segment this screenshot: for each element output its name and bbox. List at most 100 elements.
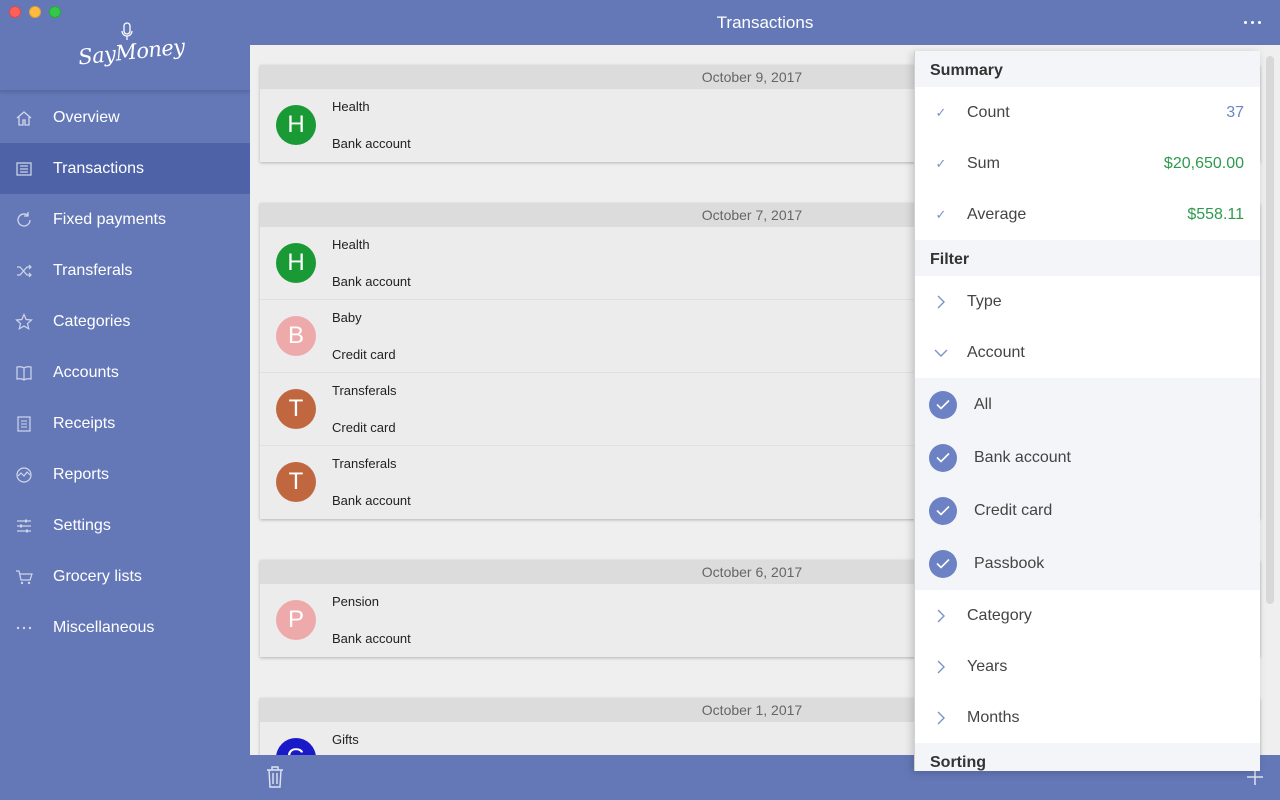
filter-header: Filter	[915, 240, 1260, 276]
sidebar-item-label: Accounts	[53, 363, 119, 381]
filter-type-label: Type	[967, 292, 1002, 310]
sidebar-item-settings[interactable]: Settings	[0, 500, 250, 551]
category-avatar: G	[276, 738, 316, 755]
sidebar-item-fixed-payments[interactable]: Fixed payments	[0, 194, 250, 245]
filter-months-label: Months	[967, 708, 1020, 726]
account-option-all[interactable]: All	[915, 378, 1260, 431]
app-logo: SayMoney	[77, 22, 186, 72]
sidebar-nav: Overview Transactions Fixed payments Transf…	[0, 92, 250, 653]
window-controls	[9, 6, 61, 18]
checkbox-checked-icon[interactable]	[929, 390, 957, 419]
sidebar-item-label: Miscellaneous	[53, 618, 155, 636]
sidebar-item-label: Settings	[53, 516, 111, 534]
account-option-label: Passbook	[974, 554, 1045, 572]
home-icon	[0, 109, 50, 127]
more-dot	[1251, 20, 1254, 24]
more-dot	[1244, 20, 1247, 24]
delete-button[interactable]	[265, 765, 285, 794]
checkbox-checked-icon[interactable]	[929, 549, 957, 578]
sidebar-item-overview[interactable]: Overview	[0, 92, 250, 143]
category-avatar: H	[276, 243, 316, 283]
chevron-right-icon	[937, 295, 945, 308]
category-avatar: H	[276, 105, 316, 145]
filter-years-row[interactable]: Years	[915, 641, 1260, 692]
summary-label: Average	[967, 205, 1027, 223]
sliders-icon	[0, 517, 50, 535]
list-icon	[0, 160, 50, 178]
receipt-icon	[0, 415, 50, 433]
summary-value: 37	[1226, 103, 1244, 121]
sidebar-item-label: Grocery lists	[53, 567, 142, 585]
close-window-button[interactable]	[9, 6, 21, 18]
sidebar-item-miscellaneous[interactable]: Miscellaneous	[0, 602, 250, 653]
transaction-category: Gifts	[332, 732, 359, 747]
title-bar: Transactions	[250, 0, 1280, 45]
transaction-account: Bank account	[332, 274, 411, 289]
category-avatar: T	[276, 389, 316, 429]
page-title: Transactions	[716, 13, 814, 32]
chart-icon	[0, 466, 50, 484]
sidebar-item-label: Overview	[53, 108, 120, 126]
filter-years-label: Years	[967, 657, 1008, 675]
sidebar-item-accounts[interactable]: Accounts	[0, 347, 250, 398]
transaction-category: Baby	[332, 310, 362, 325]
chevron-down-icon	[934, 349, 948, 357]
transaction-category: Pension	[332, 594, 379, 609]
summary-row-average[interactable]: ✓ Average $558.11	[915, 189, 1260, 240]
sidebar-item-reports[interactable]: Reports	[0, 449, 250, 500]
account-option-credit-card[interactable]: Credit card	[915, 484, 1260, 537]
sidebar-item-label: Receipts	[53, 414, 116, 432]
zoom-window-button[interactable]	[49, 6, 61, 18]
refresh-icon	[0, 211, 50, 229]
transaction-category: Transferals	[332, 456, 397, 471]
filter-months-row[interactable]: Months	[915, 692, 1260, 743]
account-options: All Bank account Credit card Passbook	[915, 378, 1260, 590]
transaction-account: Credit card	[332, 347, 396, 362]
sidebar-item-transferals[interactable]: Transferals	[0, 245, 250, 296]
sidebar-item-transactions[interactable]: Transactions	[0, 143, 250, 194]
account-option-label: All	[974, 395, 992, 413]
dots-icon	[0, 619, 50, 637]
sidebar-item-categories[interactable]: Categories	[0, 296, 250, 347]
summary-row-sum[interactable]: ✓ Sum $20,650.00	[915, 138, 1260, 189]
summary-value: $558.11	[1187, 205, 1244, 223]
transaction-account: Bank account	[332, 136, 411, 151]
more-options-button[interactable]	[1244, 14, 1264, 30]
sidebar-item-grocery-lists[interactable]: Grocery lists	[0, 551, 250, 602]
checkbox-checked-icon[interactable]	[929, 443, 957, 472]
filter-type-row[interactable]: Type	[915, 276, 1260, 327]
logo-text: SayMoney	[77, 34, 186, 70]
transaction-category: Health	[332, 99, 370, 114]
checkbox-checked-icon[interactable]	[929, 496, 957, 525]
summary-label: Count	[967, 103, 1010, 121]
cart-icon	[0, 568, 50, 586]
account-option-bank-account[interactable]: Bank account	[915, 431, 1260, 484]
transaction-account: Bank account	[332, 493, 411, 508]
filter-account-row[interactable]: Account	[915, 327, 1260, 378]
chevron-right-icon	[937, 660, 945, 673]
filter-category-row[interactable]: Category	[915, 590, 1260, 641]
transaction-account: Bank account	[332, 631, 411, 646]
book-icon	[0, 364, 50, 382]
shuffle-icon	[0, 262, 50, 280]
account-option-label: Credit card	[974, 501, 1053, 519]
checkmark-icon: ✓	[935, 104, 947, 120]
scrollbar[interactable]	[1266, 56, 1274, 604]
sidebar-item-label: Transactions	[53, 159, 144, 177]
chevron-right-icon	[937, 711, 945, 724]
minimize-window-button[interactable]	[29, 6, 41, 18]
summary-row-count[interactable]: ✓ Count 37	[915, 87, 1260, 138]
account-option-label: Bank account	[974, 448, 1071, 466]
category-avatar: T	[276, 462, 316, 502]
transaction-category: Transferals	[332, 383, 397, 398]
account-option-passbook[interactable]: Passbook	[915, 537, 1260, 590]
sidebar-item-label: Reports	[53, 465, 110, 483]
sidebar-item-label: Transferals	[53, 261, 133, 279]
sidebar-item-label: Categories	[53, 312, 131, 330]
add-transaction-button[interactable]	[1246, 768, 1264, 791]
category-avatar: B	[276, 316, 316, 356]
transaction-category: Health	[332, 237, 370, 252]
sidebar-item-receipts[interactable]: Receipts	[0, 398, 250, 449]
summary-value: $20,650.00	[1163, 154, 1244, 172]
sidebar: SayMoney Overview Transactions Fixed payme…	[0, 0, 250, 800]
